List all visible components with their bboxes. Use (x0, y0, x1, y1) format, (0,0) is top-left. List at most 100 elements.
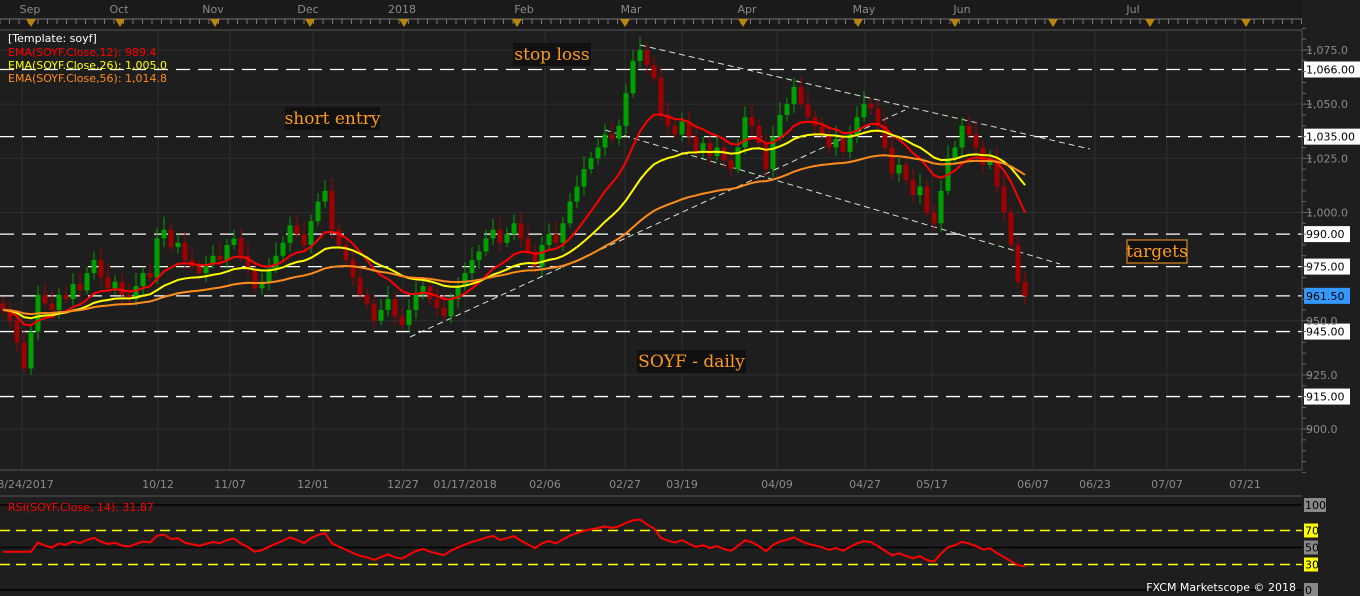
date-label: 03/19 (666, 478, 698, 491)
candle-down (217, 255, 223, 261)
date-label: 11/07 (214, 478, 246, 491)
level-tag-label: 1,066.00 (1306, 63, 1355, 76)
candle-down (49, 303, 55, 310)
candle-up (385, 299, 391, 310)
candle-up (308, 221, 314, 245)
candle-down (392, 299, 398, 317)
candle-up (448, 299, 454, 317)
month-label: May (853, 3, 876, 16)
candle-up (959, 125, 965, 148)
fxcm-credit: FXCM Marketscope © 2018 (1146, 581, 1296, 594)
candle-down (672, 125, 678, 135)
rsi-tag-label: 70 (1305, 525, 1319, 538)
candle-up (154, 238, 160, 278)
rsi-legend: RSI(SOYF.Close, 14): 31.87 (8, 501, 154, 514)
candle-up (581, 169, 587, 187)
candle-up (777, 114, 783, 137)
candle-down (350, 260, 356, 278)
candle-down (693, 136, 699, 152)
candle-down (749, 117, 755, 126)
candle-down (819, 125, 825, 135)
annotation-targets: targets (1126, 242, 1188, 262)
price-tick-label: 1,050.0 (1306, 98, 1348, 111)
candle-up (161, 229, 167, 239)
level-tag-label: 1,035.00 (1306, 131, 1355, 144)
month-label: Nov (202, 3, 224, 16)
month-label: Dec (297, 3, 318, 16)
annotations: stop loss short entry targets SOYF - daily (285, 43, 1188, 373)
candle-up (70, 283, 76, 300)
template-label: [Template: soyf] (8, 32, 97, 45)
level-tag-label: 961.50 (1306, 290, 1345, 303)
candle-up (462, 273, 468, 287)
candle-up (511, 223, 517, 235)
candle-down (609, 134, 615, 139)
candle-up (112, 281, 118, 289)
price-axis[interactable]: 1,066.001,035.00990.00975.00961.50945.00… (1302, 27, 1360, 473)
candle-up (175, 242, 181, 248)
rsi-tag-label: 0 (1305, 584, 1312, 596)
candle-up (140, 273, 146, 287)
candle-down (1015, 244, 1021, 282)
candle-down (119, 281, 125, 295)
candle-down (371, 303, 377, 321)
candle-down (434, 299, 440, 308)
price-tick-label: 1,075.0 (1306, 44, 1348, 57)
price-tick-label: 900.0 (1306, 423, 1338, 436)
candle-up (791, 86, 797, 105)
candle-up (630, 60, 636, 94)
candle-down (105, 277, 111, 289)
candle-down (98, 260, 104, 278)
candle-up (896, 164, 902, 174)
candle-up (595, 147, 601, 159)
candle-up (560, 223, 566, 243)
candle-down (798, 86, 804, 105)
candle-up (490, 229, 496, 239)
candle-down (301, 234, 307, 245)
month-label: Oct (109, 3, 129, 16)
month-label: Jul (1125, 3, 1139, 16)
candle-up (322, 190, 328, 202)
candle-down (826, 134, 832, 148)
candle-down (42, 294, 48, 304)
candle-down (651, 65, 657, 79)
candles (0, 37, 1028, 375)
candle-down (399, 316, 405, 326)
candle-up (833, 138, 839, 148)
candle-up (483, 238, 489, 252)
candle-up (917, 186, 923, 196)
candle-up (616, 125, 622, 139)
candle-up (56, 294, 62, 310)
date-label: 07/07 (1151, 478, 1183, 491)
legend: [Template: soyf] EMA(SOYF.Close,12): 989… (8, 32, 167, 85)
candle-down (728, 160, 734, 170)
date-label: 12/27 (387, 478, 419, 491)
rsi-panel[interactable]: 100 70 50 30 0 (0, 498, 1326, 596)
ema26-legend: EMA(SOYF.Close,26): 1,005.0 (8, 59, 167, 72)
candle-up (623, 93, 629, 126)
candle-up (539, 244, 545, 267)
candle-up (287, 225, 293, 243)
annotation-title: SOYF - daily (638, 352, 745, 372)
annotation-stop-loss: stop loss (514, 45, 589, 65)
candle-up (735, 147, 741, 170)
candle-up (679, 121, 685, 135)
candle-up (91, 260, 97, 274)
date-label: 01/17/2018 (433, 478, 496, 491)
candle-down (910, 179, 916, 196)
date-label: 04/09 (761, 478, 793, 491)
date-axis: 08/24/2017 10/12 11/07 12/01 12/27 01/17/2018… (0, 478, 1261, 491)
candle-down (1001, 186, 1007, 213)
candle-down (840, 138, 846, 152)
price-chart[interactable]: Sep Oct Nov Dec 2018 Feb Mar Apr May Jun Jul stop … (0, 0, 1360, 596)
candle-up (700, 143, 706, 152)
downtrend-lower-line (604, 129, 1061, 265)
candle-down (658, 78, 664, 115)
price-tick-label: 925.0 (1306, 369, 1338, 382)
candle-up (637, 50, 643, 61)
candle-down (931, 212, 937, 224)
candle-up (273, 255, 279, 269)
month-label: Jun (952, 3, 970, 16)
month-label: Feb (514, 3, 533, 16)
candle-down (168, 229, 174, 248)
